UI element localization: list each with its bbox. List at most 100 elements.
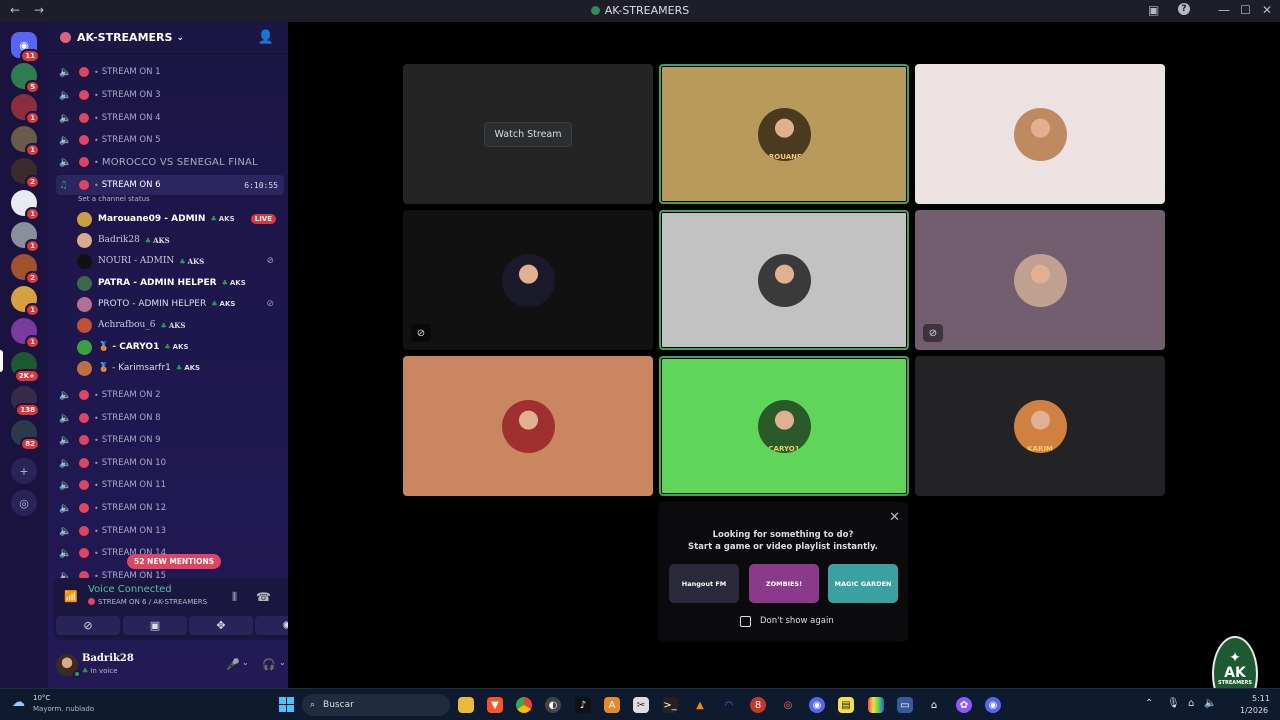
obs-icon[interactable]: ◐ — [545, 697, 561, 713]
voice-channel[interactable]: 🔈 • STREAM ON 13 — [56, 521, 284, 541]
activity-magic-garden[interactable]: MAGIC GARDEN — [828, 564, 898, 603]
app-swirl-icon[interactable]: ◎ — [780, 697, 796, 713]
chevron-down-icon[interactable]: ⌄ — [279, 658, 286, 667]
server-icon[interactable]: 5 — [11, 63, 40, 94]
voice-channel[interactable]: 🔈 • MOROCCO VS SENEGAL FINAL — [56, 152, 284, 172]
channel-status-prompt[interactable]: Set a channel status — [78, 195, 150, 203]
participant-tile[interactable]: ⊘ — [403, 210, 653, 350]
weather-icon[interactable]: ☁ — [12, 695, 25, 710]
participant-tile[interactable] — [915, 64, 1165, 204]
headphones-icon[interactable]: 🎧 — [262, 658, 276, 671]
discord-home-icon[interactable]: ◉ 11 — [11, 32, 40, 63]
server-icon[interactable]: 82 — [11, 420, 40, 451]
explore-servers-icon[interactable]: ◎ — [11, 490, 37, 516]
chevron-down-icon[interactable]: ⌄ — [242, 658, 249, 667]
voice-channel[interactable]: 🔈 • STREAM ON 5 — [56, 130, 284, 150]
voice-channel[interactable]: 🔈 • STREAM ON 8 — [56, 408, 284, 428]
camera-off-button[interactable]: ⊘ — [56, 616, 120, 635]
voice-member[interactable]: PROTO - ADMIN HELPER AKS ⊘ — [77, 294, 282, 314]
terminal-icon[interactable]: >_ — [662, 697, 678, 713]
server-icon[interactable]: 138 — [11, 386, 40, 417]
windows-start-icon[interactable] — [279, 697, 294, 712]
active-voice-channel[interactable]: ♫ • STREAM ON 6 6:10:55 — [56, 175, 284, 195]
voice-member[interactable]: Achrafbou_6 AKS — [77, 315, 282, 335]
inbox-icon[interactable]: ▣ — [1148, 3, 1159, 17]
participant-tile[interactable]: MAROUANE09 — [659, 64, 909, 204]
watch-stream-button[interactable]: Watch Stream — [483, 121, 573, 147]
voice-channel[interactable]: 🔈 • STREAM ON 9 — [56, 430, 284, 450]
app-arc-icon[interactable]: ◠ — [721, 697, 737, 713]
close-button[interactable]: ✕ — [1262, 3, 1272, 17]
discord-2-icon[interactable]: ◉ — [985, 697, 1001, 713]
guild-header[interactable]: AK-STREAMERS ⌄ 👤 — [48, 22, 288, 54]
clock-time[interactable]: 5:11 — [1252, 694, 1270, 703]
activity-zombies[interactable]: ZOMBIES! — [749, 564, 819, 603]
brave-browser-icon[interactable]: ▼ — [487, 697, 503, 713]
invite-people-icon[interactable]: 👤 — [258, 30, 274, 45]
activity-hangout-fm[interactable]: Hangout FM — [669, 564, 739, 603]
server-icon[interactable]: 1 — [11, 126, 40, 157]
help-icon[interactable]: ? — [1178, 3, 1190, 15]
clock-date[interactable]: 1/2026 — [1240, 706, 1268, 715]
new-mentions-pill[interactable]: 52 NEW MENTIONS — [127, 554, 222, 569]
app-red-icon[interactable]: 8 — [750, 697, 766, 713]
voice-member[interactable]: Badrik28 AKS — [77, 230, 282, 250]
participant-tile[interactable]: CARYO1 — [659, 356, 909, 496]
server-icon[interactable]: 1 — [11, 222, 40, 253]
tray-chevron-icon[interactable]: ⌃ — [1145, 698, 1153, 709]
soundboard-button[interactable]: ✺ — [255, 616, 288, 635]
server-icon[interactable]: 2 — [11, 158, 40, 189]
participant-tile[interactable]: KARIM — [915, 356, 1165, 496]
app-a-icon[interactable]: A — [604, 697, 620, 713]
chrome-icon[interactable] — [516, 697, 532, 713]
add-server-icon[interactable]: + — [11, 458, 37, 484]
noise-suppression-icon[interactable]: ⫴ — [232, 590, 237, 605]
discord-icon[interactable]: ◉ — [809, 697, 825, 713]
app-window-icon[interactable]: ⌂ — [926, 697, 942, 713]
signal-icon[interactable]: 📶 — [64, 590, 78, 603]
participant-tile[interactable] — [403, 356, 653, 496]
voice-channel[interactable]: 🔈 • STREAM ON 12 — [56, 498, 284, 518]
server-icon[interactable]: 1 — [11, 286, 40, 317]
server-icon[interactable]: 2 — [11, 254, 40, 285]
server-icon[interactable]: 2K+ — [11, 352, 40, 383]
voice-channel[interactable]: 🔈 • STREAM ON 4 — [56, 108, 284, 128]
app-purple-icon[interactable]: ✿ — [956, 697, 972, 713]
voice-channel[interactable]: 🔈 • STREAM ON 10 — [56, 453, 284, 473]
network-icon[interactable]: ⌂ — [1188, 698, 1194, 709]
maximize-button[interactable]: ☐ — [1240, 3, 1251, 17]
close-icon[interactable]: ✕ — [889, 510, 900, 525]
app-blue-icon[interactable]: ▭ — [897, 697, 913, 713]
share-screen-button[interactable]: ▣ — [123, 616, 187, 635]
app-yellow-icon[interactable]: ▤ — [838, 697, 854, 713]
minimize-button[interactable]: — — [1218, 3, 1230, 17]
voice-member[interactable]: NOURI - ADMIN AKS ⊘ — [77, 251, 282, 271]
participant-tile[interactable]: ⊘ — [915, 210, 1165, 350]
voice-member[interactable]: PATRA - ADMIN HELPER AKS — [77, 273, 282, 293]
voice-channel[interactable]: 🔈 • STREAM ON 11 — [56, 475, 284, 495]
volume-icon[interactable]: 🔈 — [1204, 698, 1216, 709]
app-colorbars-icon[interactable] — [868, 697, 884, 713]
voice-member[interactable]: Marouane09 - ADMIN AKS LIVE — [77, 209, 282, 229]
snipping-tool-icon[interactable]: ✂ — [633, 697, 649, 713]
participant-tile[interactable] — [659, 210, 909, 350]
voice-member[interactable]: 🥉 - Karimsarfr1 AKS — [77, 358, 282, 378]
file-explorer-icon[interactable] — [458, 697, 474, 713]
dont-show-again-checkbox[interactable] — [740, 616, 751, 627]
voice-member[interactable]: 🥉 - CARYO1 AKS — [77, 337, 282, 357]
username[interactable]: Badrik28 — [82, 653, 134, 664]
mic-tray-icon[interactable]: 🎙 — [1167, 698, 1180, 709]
microphone-icon[interactable]: 🎤 — [226, 658, 240, 671]
voice-channel[interactable]: 🔈 • STREAM ON 3 — [56, 85, 284, 105]
vlc-icon[interactable]: ▲ — [692, 697, 708, 713]
stream-preview-tile[interactable]: Watch Stream — [403, 64, 653, 204]
server-icon[interactable]: 1 — [11, 94, 40, 125]
server-icon[interactable]: 1 — [11, 190, 40, 221]
activities-button[interactable]: ✥ — [189, 616, 253, 635]
server-icon[interactable]: 1 — [11, 318, 40, 349]
voice-channel-path[interactable]: STREAM ON 6 / AK-STREAMERS — [88, 598, 207, 606]
taskbar-search[interactable]: ⌕ Buscar — [302, 694, 450, 716]
tiktok-icon[interactable]: ♪ — [575, 697, 591, 713]
voice-channel[interactable]: 🔈 • STREAM ON 1 — [56, 62, 284, 82]
voice-channel[interactable]: 🔈 • STREAM ON 2 — [56, 385, 284, 405]
